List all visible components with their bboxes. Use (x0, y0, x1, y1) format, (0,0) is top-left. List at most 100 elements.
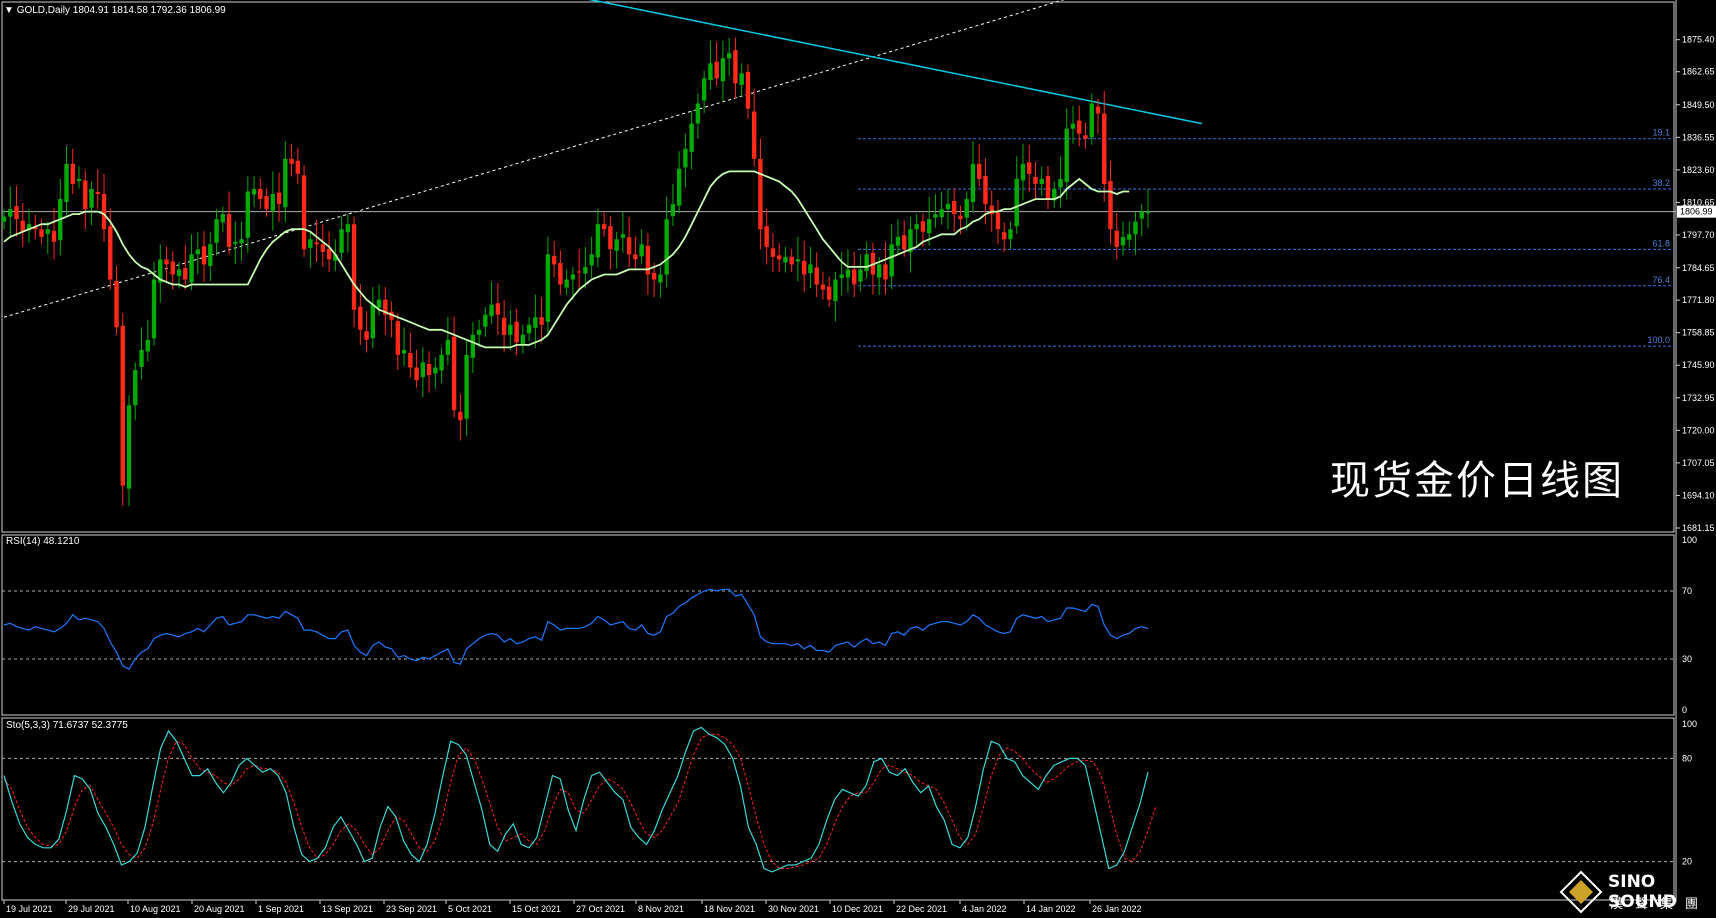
fib-level-label: 61.8 (1652, 238, 1670, 248)
stochastic-tick-label: 80 (1682, 753, 1692, 763)
candle-body (514, 321, 519, 343)
candle-body (239, 239, 244, 244)
candle-body (876, 264, 882, 278)
candle-body (739, 73, 744, 85)
candle-body (1014, 178, 1019, 227)
candle-body (758, 158, 763, 230)
candle-body (1058, 178, 1063, 188)
candle-body (1070, 123, 1076, 129)
candle-body (170, 261, 175, 275)
candle-body (164, 259, 169, 265)
candle-body (258, 189, 263, 200)
candle-body (639, 244, 644, 257)
candle-body (1127, 234, 1132, 240)
candle-body (251, 189, 257, 195)
candle-body (133, 370, 138, 406)
candle-body (270, 194, 276, 211)
candle-body (176, 269, 182, 276)
price-tick-label: 1681.15 (1682, 523, 1715, 533)
candle-body (289, 158, 294, 164)
candle-body (858, 269, 863, 282)
candle-body (326, 248, 332, 260)
candle-body (570, 274, 576, 280)
candle-body (1114, 230, 1119, 247)
time-tick-label: 23 Sep 2021 (386, 904, 437, 914)
candle-body (901, 235, 907, 250)
stochastic-tick-label: 20 (1682, 857, 1692, 867)
pane-frame (1, 717, 1675, 901)
time-tick-label: 10 Aug 2021 (130, 904, 181, 914)
candle-body (808, 264, 813, 273)
candle-body (895, 236, 901, 246)
candle-body (526, 324, 532, 334)
candle-body (995, 212, 1001, 230)
candle-body (1102, 113, 1107, 184)
price-tick-label: 1732.95 (1682, 393, 1715, 403)
candle-body (301, 175, 307, 250)
candle-body (1077, 120, 1082, 134)
rsi-line (3, 588, 1149, 671)
collapse-arrow-icon[interactable]: ▼ (4, 5, 14, 16)
candle-body (564, 279, 569, 288)
candle-body (489, 304, 494, 317)
fib-level-label: 100.0 (1647, 335, 1670, 345)
price-tick-label: 1784.65 (1682, 263, 1715, 273)
candle-body (51, 230, 57, 242)
candle-body (39, 229, 44, 237)
price-tick-label: 1720.00 (1682, 425, 1715, 435)
candle-body (751, 111, 757, 159)
candle-body (845, 269, 851, 278)
candle-body (101, 194, 107, 230)
candle-body (320, 244, 326, 252)
candle-body (276, 192, 282, 205)
candle-body (533, 317, 538, 328)
candle-body (1039, 178, 1044, 184)
candle-body (939, 209, 944, 218)
candle-body (358, 306, 363, 330)
price-tick-label: 1875.40 (1682, 35, 1715, 45)
candle-body (1095, 106, 1101, 114)
time-tick-label: 15 Oct 2021 (512, 904, 561, 914)
time-tick-label: 8 Nov 2021 (638, 904, 684, 914)
candle-body (1008, 229, 1013, 240)
candle-body (264, 196, 269, 210)
price-tick-label: 1862.65 (1682, 67, 1715, 77)
price-tick-label: 1745.90 (1682, 360, 1715, 370)
candle-body (608, 226, 613, 250)
candle-body (195, 249, 200, 255)
brand-subtitle: 漢聲集團 (1610, 897, 1711, 912)
time-tick-label: 26 Jan 2022 (1092, 904, 1142, 914)
candle-body (433, 367, 438, 374)
price-tick-label: 1694.10 (1682, 490, 1715, 500)
candle-body (626, 237, 632, 255)
time-tick-label: 30 Nov 2021 (768, 904, 819, 914)
candle-body (789, 256, 794, 265)
candle-body (683, 148, 688, 168)
candle-body (820, 284, 826, 290)
support-trendline (3, 0, 1065, 318)
price-tick-label: 1849.50 (1682, 100, 1715, 110)
candle-body (620, 234, 626, 238)
candle-body (964, 199, 969, 218)
candle-body (1089, 103, 1094, 138)
time-tick-label: 4 Jan 2022 (962, 904, 1007, 914)
candle-body (370, 304, 376, 339)
candle-body (458, 411, 463, 421)
time-tick-label: 10 Dec 2021 (832, 904, 883, 914)
candle-body (245, 191, 251, 238)
candle-body (733, 50, 738, 84)
fib-level-label: 19.1 (1652, 128, 1670, 138)
candle-body (70, 163, 75, 184)
candle-body (720, 58, 726, 82)
candle-body (551, 255, 557, 265)
candle-body (414, 367, 419, 381)
candle-body (1139, 211, 1144, 219)
candle-body (451, 336, 457, 411)
candle-body (614, 239, 619, 251)
candle-body (695, 103, 701, 124)
candle-body (520, 334, 526, 344)
candle-body (214, 219, 219, 243)
candle-body (589, 254, 594, 266)
candle-body (1045, 175, 1051, 200)
candle-body (701, 78, 707, 101)
